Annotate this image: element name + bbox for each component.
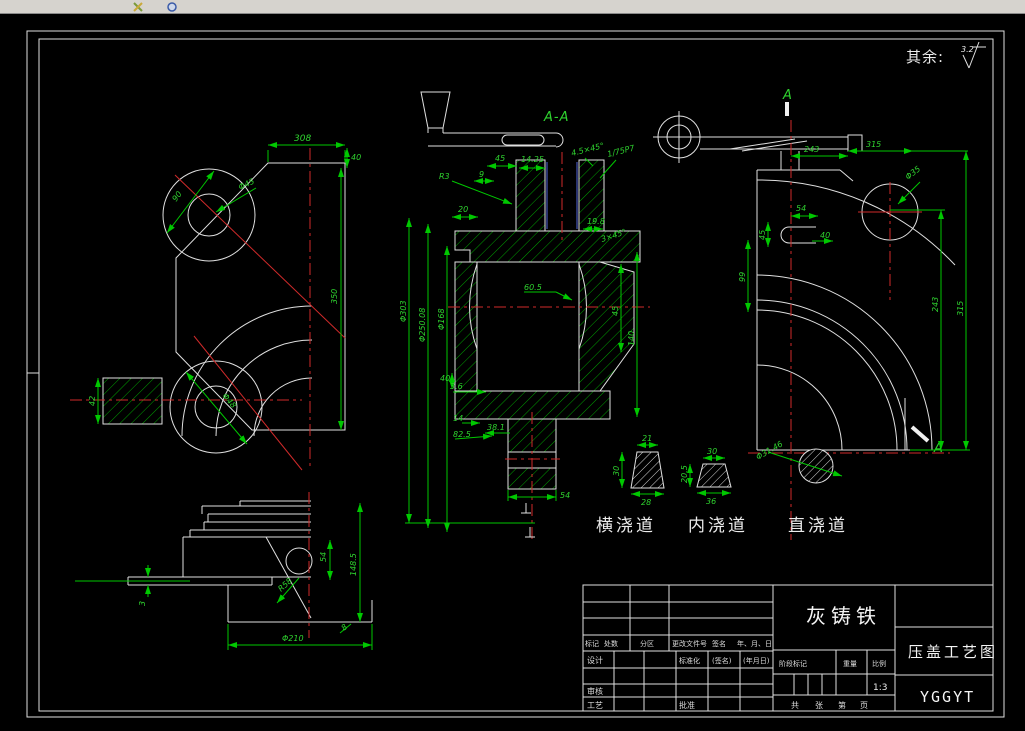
dim-side-depth: 54 bbox=[319, 552, 328, 562]
dim-sec-9: 9 bbox=[479, 170, 484, 179]
dim-sec-198: 19.8 bbox=[587, 217, 605, 226]
dim-sec-hub1: 45 bbox=[611, 306, 620, 316]
dim-sec-hub2: 140 bbox=[627, 331, 636, 346]
tb-row-design: 设计 bbox=[587, 655, 603, 665]
tb-row-sign-hint: (签名) bbox=[712, 656, 732, 665]
help-icon[interactable] bbox=[167, 2, 177, 12]
dim-sec-381: 38.1 bbox=[487, 423, 505, 432]
dim-right-s45: 45 bbox=[758, 230, 767, 240]
dim-right-t315: 315 bbox=[866, 140, 881, 149]
tb-stage-mark: 阶段标记 bbox=[779, 659, 807, 668]
dim-right-s54: 54 bbox=[796, 204, 806, 213]
dim-runner-h-bottom: 28 bbox=[641, 498, 651, 507]
dim-right-v315: 315 bbox=[956, 301, 965, 316]
tb-row-review: 审核 bbox=[587, 686, 603, 696]
tb-row-date-hint: (年月日) bbox=[743, 656, 770, 665]
horizontal-runner-section bbox=[630, 451, 665, 489]
dim-sec-14: 14 bbox=[453, 414, 463, 423]
dim-sec-40: 40 bbox=[440, 374, 450, 383]
dim-sec-dia-inner: Φ168 bbox=[437, 308, 446, 330]
tb-sheet-page: 页 bbox=[860, 701, 868, 710]
dim-front-height: 350 bbox=[330, 289, 339, 304]
dim-runner-i-height: 20.5 bbox=[680, 465, 689, 483]
dim-side-dia: Φ210 bbox=[282, 634, 304, 643]
runner-label-vertical: 直浇道 bbox=[788, 516, 848, 536]
dim-sec-lip: 20 bbox=[458, 205, 468, 214]
section-mark-top: A bbox=[782, 88, 793, 103]
tb-sheet-no: 第 bbox=[838, 700, 846, 710]
tb-row-process: 工艺 bbox=[587, 701, 603, 710]
toolbar bbox=[0, 0, 1025, 14]
tb-sheet-total: 共 bbox=[791, 701, 799, 710]
tb-header-sign: 签名 bbox=[712, 639, 726, 648]
tb-weight: 重量 bbox=[843, 660, 857, 668]
dim-runner-h-top: 21 bbox=[642, 434, 652, 443]
dim-sec-45: 45 bbox=[495, 154, 505, 163]
dim-side-height: 148.5 bbox=[349, 553, 358, 576]
dim-right-99: 99 bbox=[738, 272, 747, 282]
dim-front-width: 308 bbox=[294, 134, 311, 144]
dim-sec-dia-mid: Φ250.08 bbox=[418, 308, 427, 342]
dim-sec-fillet: R3 bbox=[439, 172, 450, 181]
tb-material: 灰铸铁 bbox=[806, 604, 881, 628]
cad-canvas[interactable]: 其余: 3.2 308 40 90 Φ45 350 42 Φ48 3 54 14… bbox=[0, 0, 1025, 731]
vertical-runner-section bbox=[798, 448, 834, 484]
tb-drawing-title: 压盖工艺图 bbox=[908, 643, 998, 661]
dim-front-offset: 40 bbox=[351, 153, 361, 162]
tb-header-zone: 分区 bbox=[640, 639, 654, 648]
tb-sheet-zhang: 张 bbox=[815, 701, 823, 710]
dim-side-lip: 3 bbox=[138, 601, 147, 606]
tb-header-count: 处数 bbox=[604, 639, 618, 648]
dim-sec-leg: 54 bbox=[560, 491, 570, 500]
dim-runner-i-top: 30 bbox=[707, 447, 717, 456]
dim-front-block: 42 bbox=[88, 396, 97, 406]
tb-row-standardize: 标准化 bbox=[679, 656, 700, 665]
dim-sec-1425: 14.25 bbox=[521, 155, 544, 164]
tb-header-mark: 标记 bbox=[585, 639, 599, 648]
tb-header-date: 年、月、日 bbox=[737, 639, 772, 648]
dim-right-v243: 243 bbox=[931, 297, 940, 312]
tb-scale: 比例 bbox=[872, 659, 886, 668]
surface-note-prefix: 其余: bbox=[906, 48, 944, 66]
runner-label-horizontal: 横浇道 bbox=[596, 516, 656, 536]
hatched-block bbox=[102, 377, 163, 425]
tb-row-approve: 批准 bbox=[679, 700, 695, 710]
section-label: A-A bbox=[543, 110, 569, 125]
dim-runner-h-height: 30 bbox=[612, 466, 621, 476]
dim-sec-36: 3.6 bbox=[450, 382, 463, 391]
tb-header-change-no: 更改文件号 bbox=[672, 639, 707, 648]
dim-right-t243: 243 bbox=[804, 145, 819, 154]
dim-right-40: 40 bbox=[820, 231, 830, 240]
dim-sec-dia-outer: Φ303 bbox=[399, 300, 408, 322]
toolbar-strip bbox=[0, 0, 1025, 13]
tb-scale-value: 1:3 bbox=[873, 683, 887, 693]
inner-runner-section bbox=[696, 463, 732, 488]
surface-note-value: 3.2 bbox=[961, 45, 974, 54]
dim-sec-bore: 60.5 bbox=[524, 283, 542, 292]
dim-runner-i-bottom: 36 bbox=[706, 497, 716, 506]
dim-sec-825: 82.5 bbox=[453, 430, 471, 439]
tb-drawing-code: YGGYT bbox=[920, 688, 975, 706]
section-mark-bottom: A bbox=[933, 441, 944, 456]
runner-label-inner: 内浇道 bbox=[688, 516, 748, 536]
